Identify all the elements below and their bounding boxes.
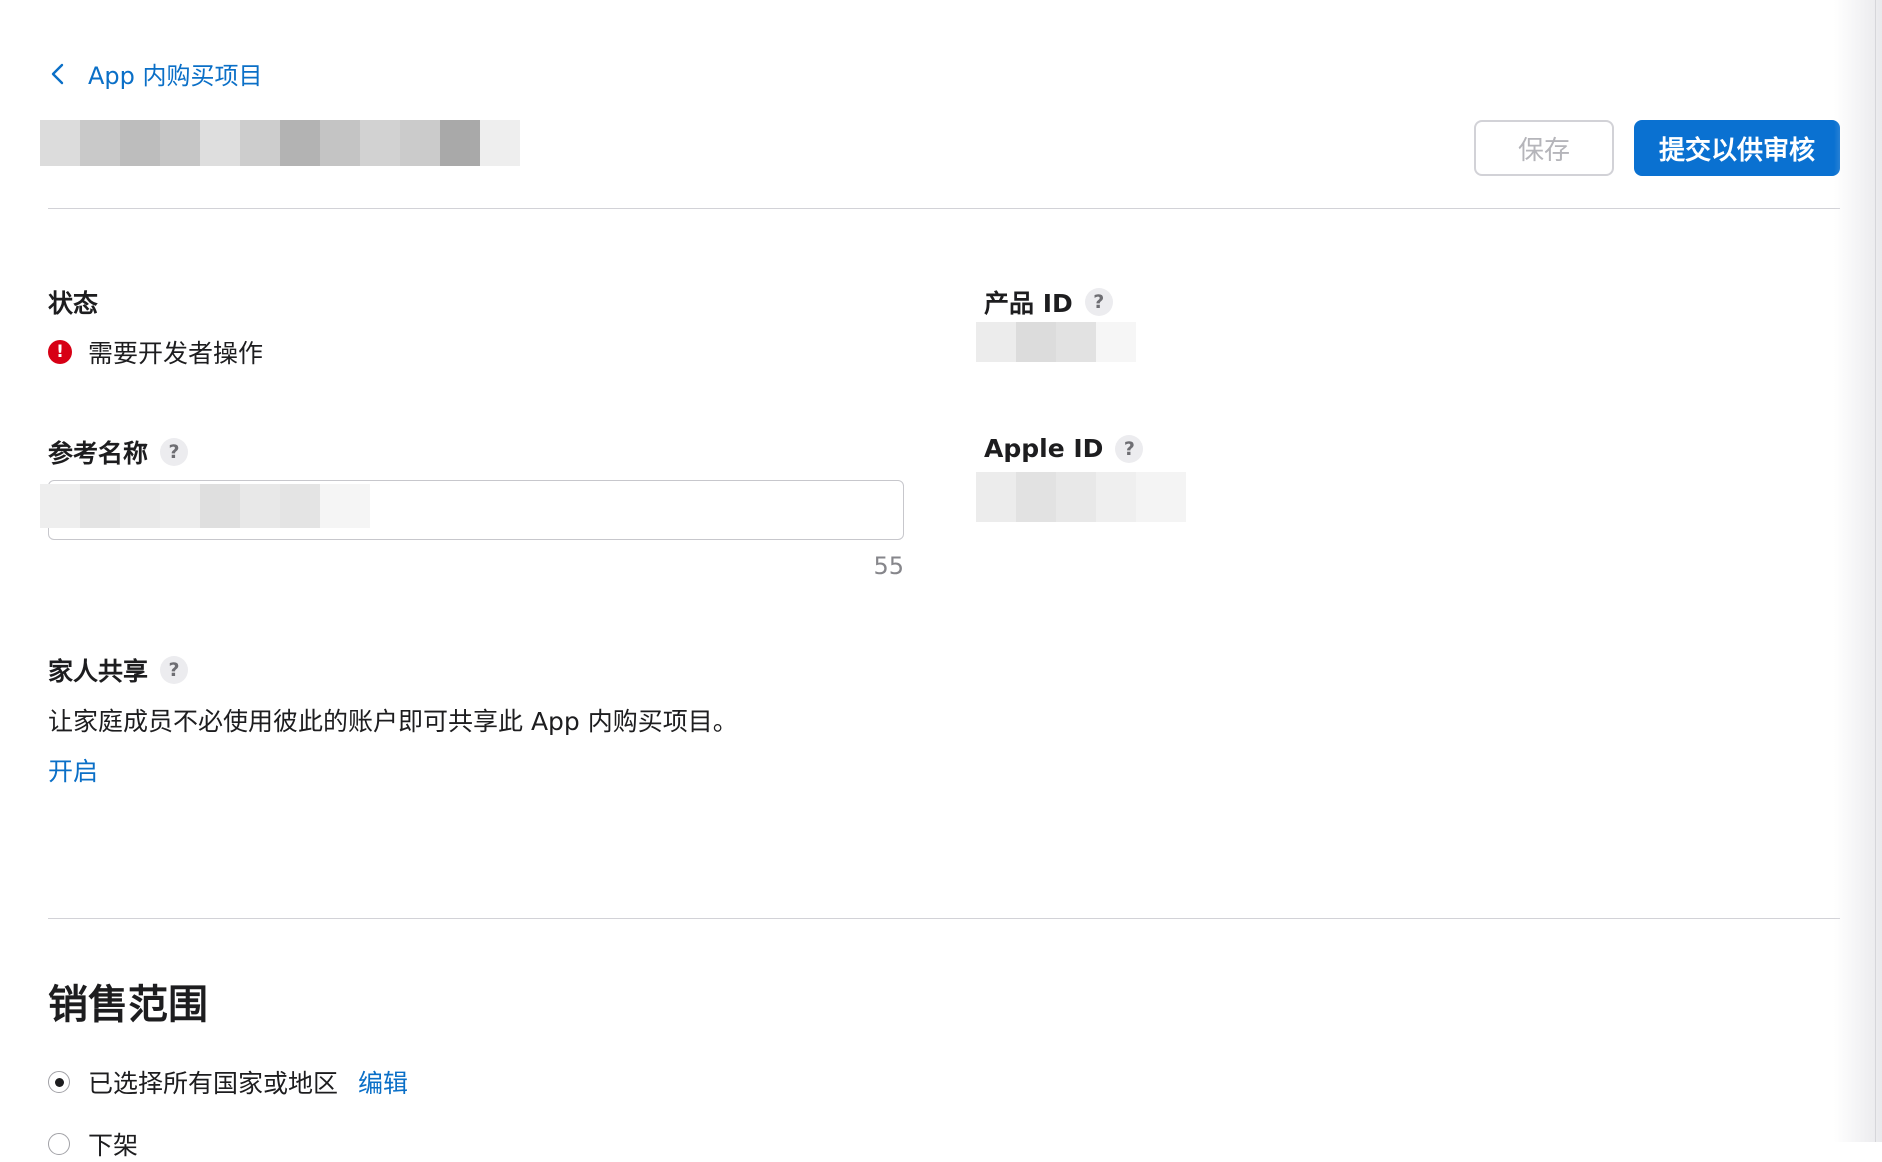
- save-button[interactable]: 保存: [1474, 120, 1614, 176]
- redacted-product-id: [976, 322, 1136, 362]
- option-label: 已选择所有国家或地区: [88, 1069, 339, 1098]
- availability-title: 销售范围: [48, 982, 208, 1028]
- product-id-label: 产品 ID ?: [984, 284, 1113, 320]
- section-divider: [48, 918, 1840, 919]
- reference-name-help-icon[interactable]: ?: [160, 438, 189, 466]
- chevron-left-icon: [51, 63, 64, 84]
- radio-all-countries[interactable]: [48, 1071, 70, 1093]
- option-label: 下架: [88, 1131, 139, 1160]
- error-icon: !: [48, 340, 72, 364]
- product-id-help-icon[interactable]: ?: [1084, 288, 1113, 316]
- status-text: 需要开发者操作: [88, 339, 264, 368]
- back-to-iap-link[interactable]: App 内购买项目: [48, 56, 263, 91]
- availability-option-all: 已选择所有国家或地区 编辑: [48, 1064, 408, 1100]
- reference-name-char-count: 55: [873, 552, 904, 580]
- family-sharing-help-icon[interactable]: ?: [160, 656, 189, 684]
- header-divider: [48, 208, 1840, 209]
- apple-id-label: Apple ID ?: [984, 434, 1144, 463]
- redacted-reference-name: [40, 484, 410, 528]
- status-value: ! 需要开发者操作: [48, 334, 263, 370]
- window-edge: [1875, 0, 1876, 1142]
- submit-for-review-button[interactable]: 提交以供审核: [1634, 120, 1840, 176]
- redacted-title: [40, 120, 530, 166]
- back-link-label: App 内购买项目: [88, 62, 263, 90]
- edit-availability-link[interactable]: 编辑: [358, 1064, 408, 1100]
- availability-option-remove: 下架: [48, 1126, 138, 1162]
- family-sharing-label: 家人共享 ?: [48, 652, 189, 688]
- reference-name-label: 参考名称 ?: [48, 434, 189, 470]
- family-sharing-description: 让家庭成员不必使用彼此的账户即可共享此 App 内购买项目。: [48, 707, 738, 736]
- iap-detail-page: App 内购买项目 保存 提交以供审核 状态 ! 需要开发者操作 产品 ID ?…: [0, 0, 1882, 1160]
- status-label: 状态: [48, 289, 99, 318]
- apple-id-help-icon[interactable]: ?: [1115, 434, 1144, 463]
- family-sharing-enable-link[interactable]: 开启: [48, 752, 98, 788]
- redacted-apple-id: [976, 472, 1186, 522]
- radio-remove-from-sale[interactable]: [48, 1133, 70, 1155]
